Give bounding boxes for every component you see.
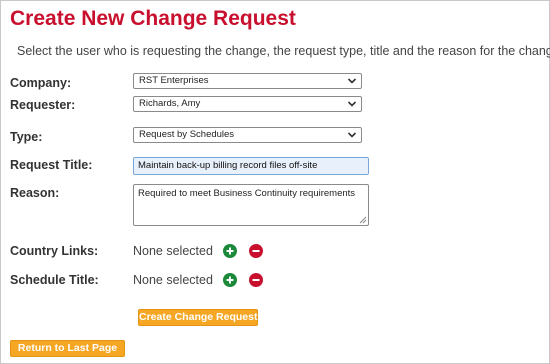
requester-select[interactable]: Richards, Amy <box>133 96 362 112</box>
remove-schedule-title-button[interactable] <box>249 273 263 287</box>
requester-label: Requester: <box>10 98 76 112</box>
request-title-input[interactable]: Maintain back-up billing record files of… <box>133 157 369 175</box>
country-links-value: None selected <box>133 244 213 258</box>
reason-label: Reason: <box>10 186 60 200</box>
minus-circle-icon <box>249 244 263 258</box>
reason-text: Required to meet Business Continuity req… <box>138 188 356 199</box>
add-country-link-button[interactable] <box>223 244 237 258</box>
country-links-label: Country Links: <box>10 244 99 258</box>
plus-circle-icon <box>223 244 237 258</box>
chevron-down-icon <box>347 78 357 84</box>
create-change-request-button[interactable]: Create Change Request <box>138 309 258 326</box>
minus-circle-icon <box>249 273 263 287</box>
add-schedule-title-button[interactable] <box>223 273 237 287</box>
schedule-title-value: None selected <box>133 273 213 287</box>
company-label: Company: <box>10 76 72 90</box>
schedule-title-label: Schedule Title: <box>10 273 99 287</box>
resize-grip-icon[interactable] <box>359 216 367 224</box>
type-label: Type: <box>10 130 43 144</box>
company-select[interactable]: RST Enterprises <box>133 73 362 89</box>
return-to-last-page-button[interactable]: Return to Last Page <box>10 340 125 357</box>
reason-textarea[interactable]: Required to meet Business Continuity req… <box>133 184 369 226</box>
company-select-value: RST Enterprises <box>139 75 209 86</box>
type-select-value: Request by Schedules <box>139 129 235 140</box>
page-title: Create New Change Request <box>10 7 296 30</box>
requester-select-value: Richards, Amy <box>139 98 201 109</box>
plus-circle-icon <box>223 273 237 287</box>
chevron-down-icon <box>347 132 357 138</box>
page-subtitle: Select the user who is requesting the ch… <box>17 44 550 58</box>
type-select[interactable]: Request by Schedules <box>133 127 362 143</box>
remove-country-link-button[interactable] <box>249 244 263 258</box>
request-title-label: Request Title: <box>10 158 93 172</box>
chevron-down-icon <box>347 101 357 107</box>
